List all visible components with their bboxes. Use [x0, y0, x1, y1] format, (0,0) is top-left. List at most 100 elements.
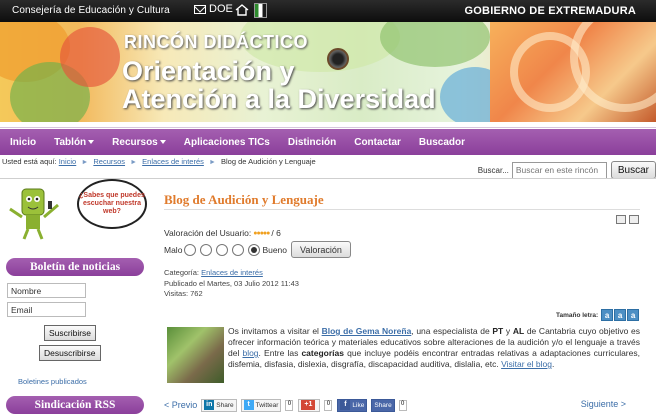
email-field[interactable]	[7, 302, 86, 317]
search-label: Buscar...	[477, 165, 509, 175]
nav-label: Aplicaciones TICs	[183, 136, 270, 148]
nav-inicio[interactable]: Inicio	[10, 137, 36, 148]
home-icon[interactable]	[235, 4, 249, 16]
divider	[164, 209, 640, 210]
nav-distincion[interactable]: Distinción	[288, 137, 336, 148]
font-size-control: Tamaño letra: a a a	[556, 309, 640, 321]
text-run: . Entre las	[258, 348, 302, 358]
category-line: Categoría: Enlaces de interés	[164, 268, 299, 279]
extremadura-flag-icon[interactable]	[254, 3, 267, 18]
article-body: Os invitamos a visitar el Blog de Gema N…	[164, 326, 640, 388]
gplus-count: 0	[324, 399, 333, 411]
visit-count: Visitas: 762	[164, 289, 203, 298]
nav-label: Inicio	[10, 136, 37, 148]
next-link[interactable]: Siguiente >	[581, 399, 626, 409]
category-link[interactable]: Enlaces de interés	[201, 268, 263, 277]
search-button[interactable]: Buscar	[610, 161, 656, 179]
previous-link[interactable]: < Previo	[164, 400, 197, 410]
blog-gema-link[interactable]: Blog de Gema Noreña	[322, 326, 412, 336]
nav-recursos[interactable]: Recursos	[112, 137, 166, 148]
mascot-image[interactable]	[4, 183, 62, 241]
nav-label: Distinción	[287, 136, 337, 148]
mail-icon	[194, 4, 206, 14]
arrow-right-icon: ►	[81, 159, 89, 166]
twitter-count: 0	[285, 399, 294, 411]
facebook-count: 0	[398, 399, 407, 411]
nav-label: Buscador	[418, 136, 466, 148]
search-box: Buscar... Buscar	[478, 161, 656, 179]
breadcrumb-prefix: Usted está aquí:	[2, 157, 57, 166]
twitter-button[interactable]: t Twittear	[240, 398, 282, 412]
subscribe-button[interactable]: Suscribirse	[44, 325, 97, 341]
doe-label: DOE	[209, 3, 233, 15]
font-normal-button[interactable]: a	[614, 309, 627, 321]
text-run: Os invitamos a visitar el	[228, 326, 322, 336]
rss-heading: Sindicación RSS	[6, 396, 144, 414]
nav-aplicaciones-tics[interactable]: Aplicaciones TICs	[184, 137, 270, 148]
published-newsletters-link[interactable]: Boletines publicados	[18, 377, 87, 386]
category-label: Categoría:	[164, 268, 200, 277]
user-rating: Valoración del Usuario: ●●●●● / 6	[164, 228, 281, 238]
main-nav: Inicio Tablón Recursos Aplicaciones TICs…	[0, 129, 656, 155]
rating-label: Valoración del Usuario:	[164, 228, 252, 238]
article-meta: Categoría: Enlaces de interés Publicado …	[164, 268, 299, 300]
email-icon[interactable]	[629, 215, 639, 224]
article-image	[167, 327, 224, 383]
vote-good-label: Bueno	[262, 244, 288, 255]
vote-radio-3[interactable]	[216, 243, 229, 256]
banner-photo	[490, 22, 656, 122]
vote-radio-4[interactable]	[232, 243, 245, 256]
consejeria-link[interactable]: Consejería de Educación y Cultura	[12, 5, 170, 16]
unsubscribe-button[interactable]: Desuscribirse	[39, 345, 101, 361]
vote-radio-1[interactable]	[184, 243, 197, 256]
header-banner: RINCÓN DIDÁCTICO Orientación y Atención …	[0, 22, 656, 122]
banner-title-line2: Atención a la Diversidad	[122, 84, 436, 114]
article-title[interactable]: Blog de Audición y Lenguaje	[164, 192, 324, 208]
breadcrumb-link[interactable]: Recursos	[93, 157, 125, 166]
font-larger-button[interactable]: a	[627, 309, 640, 321]
article-footer: < Previo in Share t Twittear 0 +1 0 f Like …	[164, 396, 640, 414]
share-label: Like	[352, 401, 365, 409]
name-field[interactable]	[7, 283, 86, 298]
banner-title-line1: Orientación y	[122, 56, 295, 86]
compass-icon	[327, 48, 349, 70]
caret-down-icon	[159, 140, 166, 144]
share-label: Share	[216, 401, 234, 409]
arrow-right-icon: ►	[208, 159, 216, 166]
share-label: Twittear	[255, 401, 279, 409]
vote-radio-2[interactable]	[200, 243, 213, 256]
doe-link[interactable]: DOE	[194, 3, 233, 15]
published-date: Publicado el Martes, 03 Julio 2012 11:43	[164, 278, 299, 288]
breadcrumb-link[interactable]: Enlaces de interés	[142, 157, 204, 166]
linkedin-share-button[interactable]: in Share	[201, 398, 237, 412]
facebook-like-button[interactable]: f Like	[337, 398, 368, 412]
text-run: , una especialista de	[411, 326, 493, 336]
blog-link[interactable]: blog	[242, 348, 258, 358]
nav-tablon[interactable]: Tablón	[54, 137, 95, 148]
article: Blog de Audición y Lenguaje Valoración d…	[164, 179, 656, 415]
banner-decoration	[570, 22, 656, 112]
newsletter-heading: Boletín de noticias	[6, 258, 144, 276]
facebook-share-button[interactable]: Share	[371, 398, 395, 412]
vote-radio-5[interactable]	[248, 243, 261, 256]
banner-decoration	[60, 27, 120, 87]
banner-kicker: RINCÓN DIDÁCTICO	[124, 32, 308, 52]
text-run: y	[503, 326, 513, 336]
gobierno-extremadura-link[interactable]: GOBIERNO DE EXTREMADURA	[465, 5, 636, 17]
search-input[interactable]	[511, 161, 607, 179]
linkedin-icon: in	[204, 400, 215, 410]
font-smaller-button[interactable]: a	[601, 309, 614, 321]
visit-blog-link[interactable]: Visitar el blog	[501, 359, 552, 369]
article-tools	[616, 215, 639, 224]
listen-web-bubble[interactable]: ¿Sabes que puedes escuchar nuestra web?	[77, 179, 147, 229]
print-icon[interactable]	[616, 215, 626, 224]
divider	[0, 122, 656, 128]
nav-buscador[interactable]: Buscador	[419, 137, 465, 148]
breadcrumb-link[interactable]: Inicio	[59, 157, 77, 166]
banner-decoration	[380, 22, 490, 67]
vote-button[interactable]: Valoración	[291, 241, 351, 258]
facebook-icon: f	[340, 400, 351, 410]
caret-down-icon	[88, 140, 95, 144]
gplus-button[interactable]: +1	[298, 398, 321, 412]
nav-contactar[interactable]: Contactar	[354, 137, 401, 148]
